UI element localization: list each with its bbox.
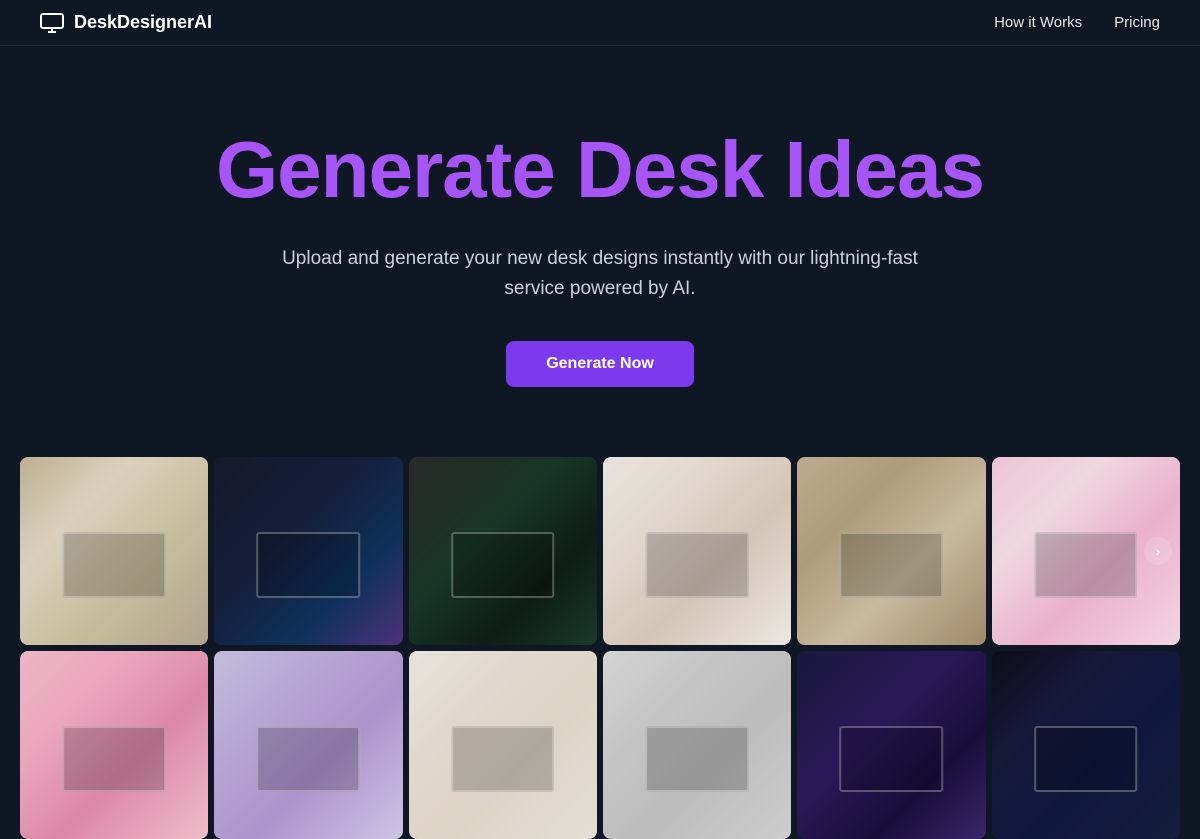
monitor-overlay (1034, 726, 1138, 792)
gallery-item[interactable] (797, 651, 985, 839)
hero-subtitle: Upload and generate your new desk design… (260, 244, 940, 305)
gallery-item[interactable] (797, 457, 985, 645)
gallery-item[interactable] (992, 651, 1180, 839)
gallery-item[interactable] (603, 651, 791, 839)
hero-title: Generate Desk Ideas (40, 126, 1160, 214)
logo-text: DeskDesignerAI (74, 12, 212, 33)
monitor-overlay (1034, 532, 1138, 598)
gallery-item[interactable] (603, 457, 791, 645)
gallery-item[interactable] (409, 457, 597, 645)
gallery-next-arrow[interactable]: › (1144, 537, 1172, 565)
pricing-link[interactable]: Pricing (1114, 14, 1160, 31)
monitor-overlay (257, 532, 361, 598)
gallery-item[interactable] (214, 651, 402, 839)
monitor-overlay (62, 532, 166, 598)
monitor-overlay (257, 726, 361, 792)
monitor-overlay (645, 532, 749, 598)
gallery-item[interactable] (20, 457, 208, 645)
how-it-works-link[interactable]: How it Works (994, 14, 1082, 31)
logo-link[interactable]: DeskDesignerAI (40, 12, 212, 33)
nav-links: How it Works Pricing (994, 14, 1160, 31)
gallery-item[interactable] (214, 457, 402, 645)
gallery-grid: › (0, 437, 1200, 839)
monitor-overlay (451, 532, 555, 598)
monitor-overlay (451, 726, 555, 792)
monitor-overlay (840, 726, 944, 792)
monitor-overlay (62, 726, 166, 792)
hero-section: Generate Desk Ideas Upload and generate … (0, 46, 1200, 437)
gallery-item[interactable] (409, 651, 597, 839)
monitor-overlay (645, 726, 749, 792)
monitor-icon (40, 13, 64, 33)
gallery-item[interactable] (20, 651, 208, 839)
gallery-item[interactable]: › (992, 457, 1180, 645)
navbar: DeskDesignerAI How it Works Pricing (0, 0, 1200, 46)
generate-now-button[interactable]: Generate Now (506, 341, 694, 387)
monitor-overlay (840, 532, 944, 598)
